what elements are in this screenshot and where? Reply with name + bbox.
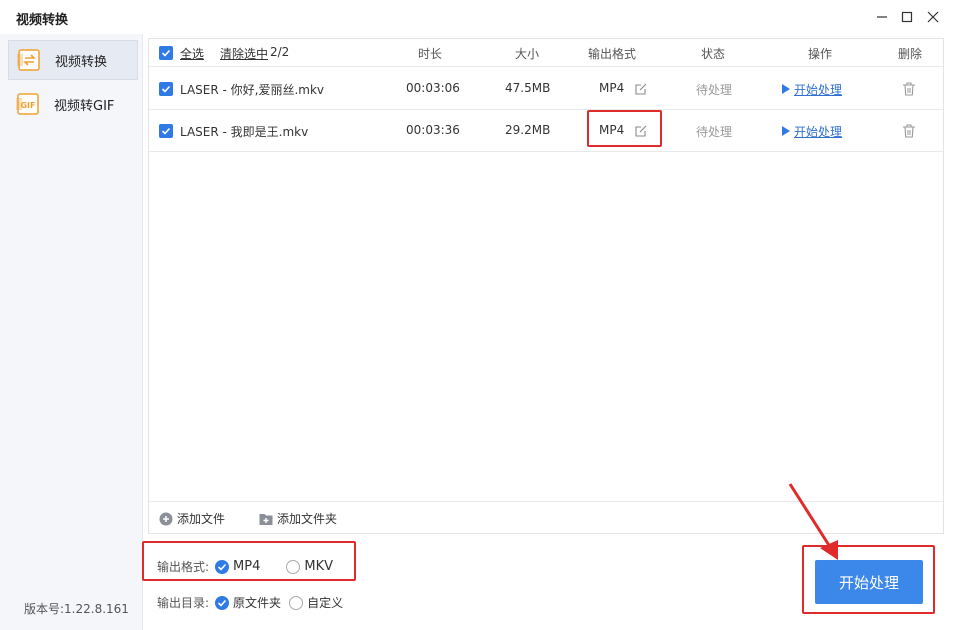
play-icon (782, 84, 790, 94)
table-row: LASER - 我即是王.mkv 00:03:36 29.2MB MP4 待处理… (149, 110, 943, 152)
maximize-button[interactable] (896, 6, 918, 28)
radio-checked-icon (215, 559, 230, 574)
sidebar: 视频转换 GIF 视频转GIF 版本号:1.22.8.161 (0, 34, 143, 630)
format-option-label: MP4 (233, 559, 261, 574)
annotation-arrow-icon (788, 483, 838, 560)
sidebar-item-video-convert[interactable]: 视频转换 (8, 40, 138, 80)
file-duration: 00:03:06 (406, 81, 460, 95)
close-icon (927, 11, 939, 23)
add-file-label: 添加文件 (177, 512, 226, 526)
file-duration: 00:03:36 (406, 123, 460, 137)
check-icon (161, 49, 171, 57)
header-format: 输出格式 (588, 47, 637, 61)
header-status: 状态 (701, 47, 726, 61)
minimize-button[interactable] (871, 6, 893, 28)
file-status: 待处理 (696, 83, 733, 97)
file-format: MP4 (599, 123, 625, 137)
dir-option-source[interactable]: 原文件夹 (215, 594, 281, 611)
radio-unchecked-icon (286, 559, 301, 574)
start-row-link[interactable]: 开始处理 (794, 81, 842, 98)
start-row-link[interactable]: 开始处理 (794, 123, 842, 140)
dir-option-label: 原文件夹 (233, 596, 282, 610)
play-icon (782, 126, 790, 136)
format-option-label: MKV (304, 559, 334, 574)
svg-text:GIF: GIF (20, 101, 35, 110)
format-option-mp4[interactable]: MP4 (215, 559, 260, 574)
add-file-button[interactable]: 添加文件 (159, 510, 225, 527)
file-name: LASER - 我即是王.mkv (180, 125, 309, 139)
row-checkbox[interactable] (159, 82, 173, 96)
trash-icon[interactable] (901, 81, 917, 97)
clear-selected-link[interactable]: 清除选中 (220, 45, 268, 62)
title-bar: 视频转换 (0, 0, 960, 34)
edit-icon[interactable] (634, 124, 648, 138)
format-option-mkv[interactable]: MKV (286, 559, 333, 574)
table-header: 全选 清除选中 2/2 时长 大小 输出格式 状态 操作 删除 (149, 39, 943, 67)
edit-icon[interactable] (634, 82, 648, 96)
sidebar-item-video-to-gif[interactable]: GIF 视频转GIF (8, 84, 138, 124)
selected-count: 2/2 (270, 45, 290, 59)
plus-circle-icon (159, 512, 173, 525)
close-button[interactable] (922, 6, 944, 28)
dir-option-label: 自定义 (307, 596, 344, 610)
add-folder-button[interactable]: 添加文件夹 (259, 510, 337, 527)
sidebar-item-label: 视频转GIF (54, 98, 115, 114)
file-name: LASER - 你好,爱丽丝.mkv (180, 83, 325, 97)
check-icon (161, 85, 171, 93)
header-delete: 删除 (898, 47, 923, 61)
table-row: LASER - 你好,爱丽丝.mkv 00:03:06 47.5MB MP4 待… (149, 68, 943, 110)
radio-unchecked-icon (289, 595, 304, 610)
app-title: 视频转换 (16, 13, 69, 28)
select-all-link[interactable]: 全选 (180, 45, 204, 62)
header-size: 大小 (515, 47, 540, 61)
video-convert-icon (17, 48, 43, 72)
gif-icon: GIF (16, 92, 42, 116)
minimize-icon (877, 16, 887, 18)
dir-option-custom[interactable]: 自定义 (289, 594, 343, 611)
folder-plus-icon (259, 513, 273, 525)
version-label: 版本号:1.22.8.161 (24, 602, 129, 616)
add-folder-label: 添加文件夹 (277, 512, 338, 526)
file-format: MP4 (599, 81, 625, 95)
file-table-panel: 全选 清除选中 2/2 时长 大小 输出格式 状态 操作 删除 LASER - … (148, 38, 944, 534)
header-duration: 时长 (418, 47, 443, 61)
file-size: 47.5MB (505, 81, 551, 95)
sidebar-item-label: 视频转换 (55, 54, 108, 70)
file-size: 29.2MB (505, 123, 551, 137)
trash-icon[interactable] (901, 123, 917, 139)
row-checkbox[interactable] (159, 124, 173, 138)
maximize-icon (901, 11, 913, 23)
radio-checked-icon (215, 595, 230, 610)
output-format-label: 输出格式: (157, 560, 210, 574)
output-format-row: 输出格式: MP4 MKV (157, 558, 347, 575)
check-icon (161, 127, 171, 135)
output-dir-row: 输出目录: 原文件夹 自定义 (157, 594, 357, 611)
file-status: 待处理 (696, 125, 733, 139)
header-action: 操作 (808, 47, 833, 61)
output-dir-label: 输出目录: (157, 596, 210, 610)
select-all-checkbox[interactable] (159, 46, 173, 60)
